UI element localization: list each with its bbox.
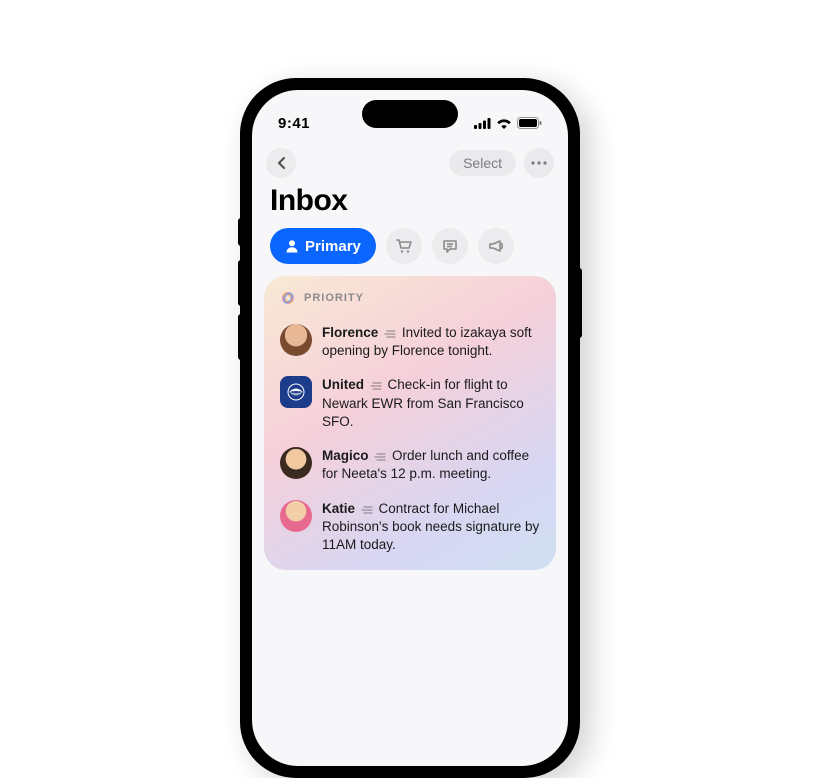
megaphone-icon [487,237,505,255]
mail-row[interactable]: Florence Invited to izakaya soft opening… [280,316,540,368]
summary-icon [361,505,373,515]
phone-screen: 9:41 Select Inbox Primary [252,90,568,766]
more-button[interactable] [524,148,554,178]
tab-promotions[interactable] [478,228,514,264]
avatar [280,324,312,356]
priority-label: PRIORITY [304,292,364,304]
chevron-left-icon [276,156,286,170]
summary-icon [374,452,386,462]
tab-updates[interactable] [432,228,468,264]
mail-sender: Florence [322,325,378,340]
tab-primary[interactable]: Primary [270,228,376,264]
avatar [280,376,312,408]
battery-icon [517,117,542,129]
mail-text: Magico Order lunch and coffee for Neeta'… [322,447,540,483]
cart-icon [395,237,413,255]
ellipsis-icon [531,161,547,165]
mail-sender: United [322,377,364,392]
back-button[interactable] [266,148,296,178]
chat-icon [441,237,459,255]
mail-row[interactable]: Magico Order lunch and coffee for Neeta'… [280,439,540,491]
mail-row[interactable]: United Check-in for flight to Newark EWR… [280,368,540,439]
summary-icon [370,381,382,391]
mail-text: Florence Invited to izakaya soft opening… [322,324,540,360]
status-time: 9:41 [278,115,310,132]
summary-icon [384,329,396,339]
page-title: Inbox [252,182,568,228]
phone-side-btn [238,260,242,306]
apple-intelligence-icon [280,290,296,306]
mail-text: United Check-in for flight to Newark EWR… [322,376,540,431]
priority-card: PRIORITY Florence Invited to izakaya sof… [264,276,556,570]
airline-logo-icon [286,382,306,402]
mail-preview: Contract for Michael Robinson's book nee… [322,501,539,552]
mail-sender: Magico [322,448,369,463]
dynamic-island [362,100,458,128]
tab-primary-label: Primary [305,238,361,255]
category-tabs: Primary [252,228,568,276]
select-button[interactable]: Select [449,150,516,176]
mail-row[interactable]: Katie Contract for Michael Robinson's bo… [280,492,540,563]
phone-side-btn [238,218,242,246]
phone-frame: 9:41 Select Inbox Primary [240,78,580,778]
avatar [280,500,312,532]
wifi-icon [496,118,512,129]
phone-side-btn [238,314,242,360]
tab-transactions[interactable] [386,228,422,264]
person-icon [285,239,299,253]
priority-header: PRIORITY [280,290,540,306]
phone-side-btn [578,268,582,338]
signal-icon [474,118,491,129]
nav-bar: Select [252,142,568,182]
mail-sender: Katie [322,501,355,516]
mail-text: Katie Contract for Michael Robinson's bo… [322,500,540,555]
avatar [280,447,312,479]
status-icons [474,117,542,129]
